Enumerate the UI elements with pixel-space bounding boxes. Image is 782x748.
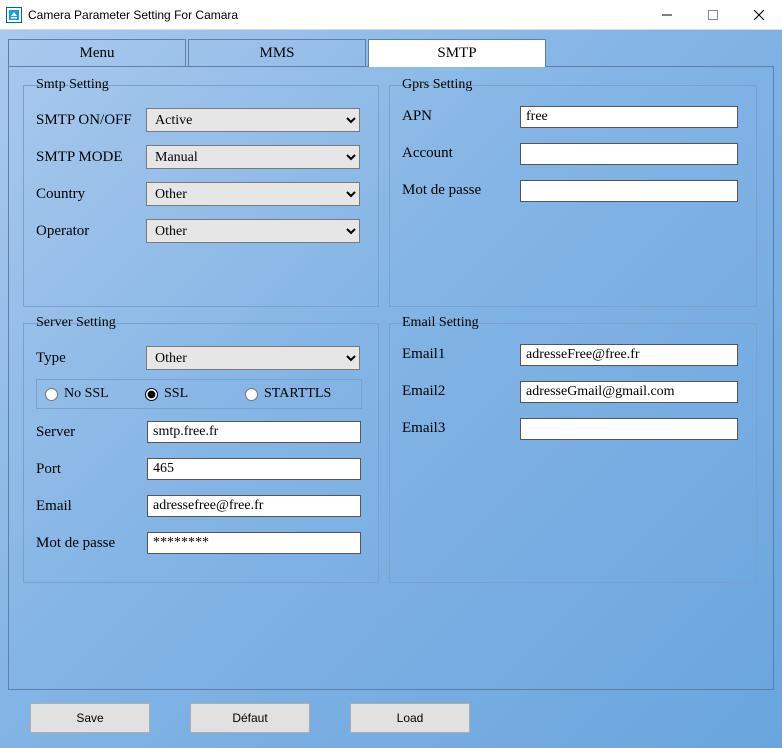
input-email3[interactable] <box>520 418 738 440</box>
label-country: Country <box>36 186 146 203</box>
client-area: Menu MMS SMTP Smtp Setting SMTP ON/OFF A… <box>0 30 782 748</box>
label-server: Server <box>36 424 146 441</box>
label-email1: Email1 <box>402 346 502 363</box>
label-operator: Operator <box>36 223 146 240</box>
window-controls <box>644 0 782 29</box>
group-email-setting: Email Setting Email1 Email2 Email3 <box>389 323 757 583</box>
close-button[interactable] <box>736 0 782 29</box>
minimize-button[interactable] <box>644 0 690 29</box>
group-smtp-setting: Smtp Setting SMTP ON/OFF Active SMTP MOD… <box>23 85 379 307</box>
select-smtp-onoff[interactable]: Active <box>146 108 360 132</box>
select-operator[interactable]: Other <box>146 219 360 243</box>
label-server-pass: Mot de passe <box>36 535 146 552</box>
tab-smtp[interactable]: SMTP <box>368 39 546 67</box>
legend-smtp-setting: Smtp Setting <box>32 77 113 93</box>
button-row: Save Défaut Load <box>0 703 782 733</box>
label-port: Port <box>36 461 146 478</box>
legend-server-setting: Server Setting <box>32 315 120 331</box>
group-gprs-setting: Gprs Setting APN Account Mot de passe <box>389 85 757 307</box>
legend-email-setting: Email Setting <box>398 315 483 331</box>
group-server-setting: Server Setting Type Other No SSL SSL <box>23 323 379 583</box>
tab-menu[interactable]: Menu <box>8 39 186 67</box>
label-apn: APN <box>402 108 502 125</box>
tab-panel-smtp: Smtp Setting SMTP ON/OFF Active SMTP MOD… <box>8 66 774 690</box>
maximize-button[interactable] <box>690 0 736 29</box>
radio-ssl-label: SSL <box>164 386 188 402</box>
window-title: Camera Parameter Setting For Camara <box>28 8 238 22</box>
select-smtp-mode[interactable]: Manual <box>146 145 360 169</box>
label-type: Type <box>36 350 146 367</box>
radio-starttls-label: STARTTLS <box>264 386 331 402</box>
select-type[interactable]: Other <box>146 346 360 370</box>
label-account: Account <box>402 145 502 162</box>
label-email3: Email3 <box>402 420 502 437</box>
default-button[interactable]: Défaut <box>190 703 310 733</box>
app-icon <box>6 7 22 23</box>
input-account[interactable] <box>520 143 738 165</box>
legend-gprs-setting: Gprs Setting <box>398 77 476 93</box>
titlebar: Camera Parameter Setting For Camara <box>0 0 782 30</box>
input-email2[interactable] <box>520 381 738 403</box>
input-port[interactable] <box>147 458 361 480</box>
select-country[interactable]: Other <box>146 182 360 206</box>
tab-mms[interactable]: MMS <box>188 39 366 67</box>
input-server-pass[interactable] <box>147 532 361 554</box>
input-email1[interactable] <box>520 344 738 366</box>
label-email: Email <box>36 498 146 515</box>
load-button[interactable]: Load <box>350 703 470 733</box>
ssl-radio-group: No SSL SSL STARTTLS <box>36 379 362 409</box>
tabstrip: Menu MMS SMTP <box>8 38 774 66</box>
label-email2: Email2 <box>402 383 502 400</box>
input-email[interactable] <box>147 495 361 517</box>
label-smtp-mode: SMTP MODE <box>36 149 146 166</box>
radio-ssl[interactable]: SSL <box>145 386 245 402</box>
radio-no-ssl[interactable]: No SSL <box>45 386 145 402</box>
radio-starttls[interactable]: STARTTLS <box>245 386 331 402</box>
input-server[interactable] <box>147 421 361 443</box>
radio-no-ssl-label: No SSL <box>64 386 109 402</box>
label-smtp-onoff: SMTP ON/OFF <box>36 112 146 129</box>
input-gprs-pass[interactable] <box>520 180 738 202</box>
label-gprs-pass: Mot de passe <box>402 182 502 199</box>
save-button[interactable]: Save <box>30 703 150 733</box>
input-apn[interactable] <box>520 106 738 128</box>
